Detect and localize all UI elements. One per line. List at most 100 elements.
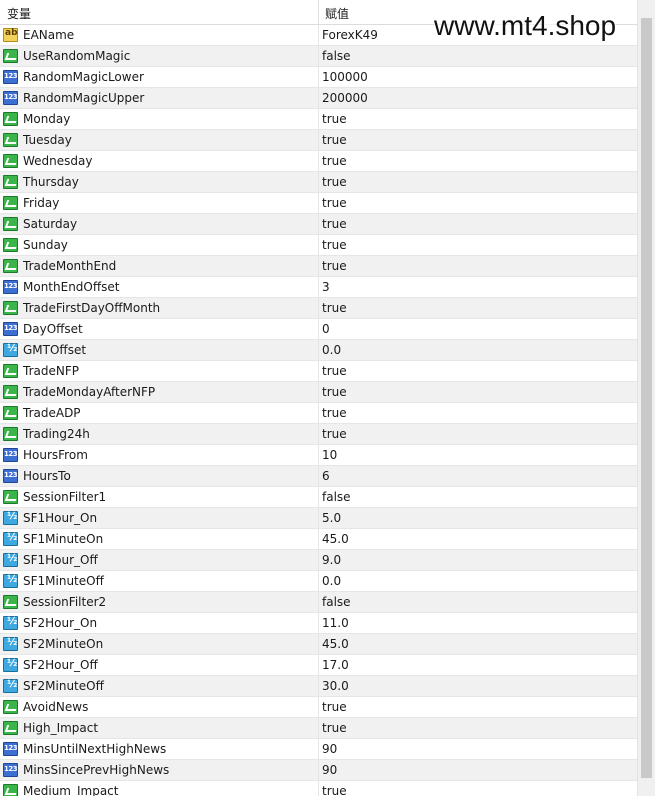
table-row[interactable]: RandomMagicUpper 200000: [0, 88, 637, 109]
table-row[interactable]: Medium_Impact true: [0, 781, 637, 796]
table-row[interactable]: SF2MinuteOff 30.0: [0, 676, 637, 697]
table-row[interactable]: SessionFilter2 false: [0, 592, 637, 613]
table-row[interactable]: High_Impact true: [0, 718, 637, 739]
table-row[interactable]: TradeADP true: [0, 403, 637, 424]
value-cell[interactable]: true: [319, 298, 637, 318]
value-cell[interactable]: true: [319, 172, 637, 192]
table-row[interactable]: GMTOffset 0.0: [0, 340, 637, 361]
table-row[interactable]: TradeMonthEnd true: [0, 256, 637, 277]
value-cell[interactable]: true: [319, 403, 637, 423]
scrollbar-thumb[interactable]: [641, 18, 652, 778]
double-icon: [3, 511, 18, 525]
table-row[interactable]: HoursTo 6: [0, 466, 637, 487]
table-row[interactable]: MinsUntilNextHighNews 90: [0, 739, 637, 760]
table-row[interactable]: Monday true: [0, 109, 637, 130]
variable-cell: SessionFilter1: [0, 487, 319, 507]
table-row[interactable]: RandomMagicLower 100000: [0, 67, 637, 88]
value-cell[interactable]: true: [319, 193, 637, 213]
table-row[interactable]: SF1Hour_Off 9.0: [0, 550, 637, 571]
table-row[interactable]: UseRandomMagic false: [0, 46, 637, 67]
value-cell[interactable]: 11.0: [319, 613, 637, 633]
table-row[interactable]: AvoidNews true: [0, 697, 637, 718]
variable-value: 3: [322, 280, 330, 294]
variable-name: TradeMonthEnd: [23, 259, 117, 273]
value-cell[interactable]: false: [319, 592, 637, 612]
column-header-variable[interactable]: 变量: [0, 0, 319, 24]
value-cell[interactable]: true: [319, 151, 637, 171]
variable-cell: Trading24h: [0, 424, 319, 444]
variable-value: ForexK49: [322, 28, 378, 42]
bool-icon: [3, 721, 18, 735]
value-cell[interactable]: 0: [319, 319, 637, 339]
inputs-grid: 变量 赋值 EAName ForexK49 UseRandomMagic false R…: [0, 0, 637, 796]
value-cell[interactable]: true: [319, 361, 637, 381]
value-cell[interactable]: true: [319, 109, 637, 129]
table-row[interactable]: Saturday true: [0, 214, 637, 235]
table-row[interactable]: Sunday true: [0, 235, 637, 256]
variable-value: 0.0: [322, 343, 342, 357]
value-cell[interactable]: true: [319, 256, 637, 276]
value-cell[interactable]: true: [319, 424, 637, 444]
variable-cell: SF2MinuteOn: [0, 634, 319, 654]
table-row[interactable]: SF2Hour_Off 17.0: [0, 655, 637, 676]
int-icon: [3, 91, 18, 105]
variable-name: SessionFilter2: [23, 595, 107, 609]
value-cell[interactable]: 17.0: [319, 655, 637, 675]
table-row[interactable]: Thursday true: [0, 172, 637, 193]
table-row[interactable]: HoursFrom 10: [0, 445, 637, 466]
table-row[interactable]: MonthEndOffset 3: [0, 277, 637, 298]
int-icon: [3, 322, 18, 336]
table-row[interactable]: SF1MinuteOn 45.0: [0, 529, 637, 550]
variable-value: true: [322, 217, 347, 231]
table-row[interactable]: Tuesday true: [0, 130, 637, 151]
value-cell[interactable]: true: [319, 130, 637, 150]
table-row[interactable]: DayOffset 0: [0, 319, 637, 340]
value-cell[interactable]: 6: [319, 466, 637, 486]
variable-name: Saturday: [23, 217, 78, 231]
value-cell[interactable]: 200000: [319, 88, 637, 108]
value-cell[interactable]: 0.0: [319, 340, 637, 360]
value-cell[interactable]: 10: [319, 445, 637, 465]
variable-cell: TradeMondayAfterNFP: [0, 382, 319, 402]
value-cell[interactable]: true: [319, 781, 637, 796]
table-row[interactable]: Friday true: [0, 193, 637, 214]
variable-cell: RandomMagicUpper: [0, 88, 319, 108]
value-cell[interactable]: true: [319, 214, 637, 234]
table-row[interactable]: TradeNFP true: [0, 361, 637, 382]
value-cell[interactable]: true: [319, 382, 637, 402]
variable-value: 90: [322, 763, 338, 777]
variable-cell: TradeMonthEnd: [0, 256, 319, 276]
variable-value: false: [322, 490, 351, 504]
value-cell[interactable]: 100000: [319, 67, 637, 87]
value-cell[interactable]: 30.0: [319, 676, 637, 696]
table-row[interactable]: Wednesday true: [0, 151, 637, 172]
variable-name: TradeNFP: [23, 364, 79, 378]
value-cell[interactable]: false: [319, 46, 637, 66]
value-cell[interactable]: true: [319, 697, 637, 717]
value-cell[interactable]: 0.0: [319, 571, 637, 591]
table-row[interactable]: Trading24h true: [0, 424, 637, 445]
int-icon: [3, 763, 18, 777]
value-cell[interactable]: true: [319, 235, 637, 255]
value-cell[interactable]: 5.0: [319, 508, 637, 528]
string-icon: [3, 28, 18, 42]
value-cell[interactable]: 9.0: [319, 550, 637, 570]
table-row[interactable]: SF1MinuteOff 0.0: [0, 571, 637, 592]
table-row[interactable]: SF2Hour_On 11.0: [0, 613, 637, 634]
table-row[interactable]: TradeMondayAfterNFP true: [0, 382, 637, 403]
table-row[interactable]: SessionFilter1 false: [0, 487, 637, 508]
table-row[interactable]: SF1Hour_On 5.0: [0, 508, 637, 529]
value-cell[interactable]: 45.0: [319, 634, 637, 654]
value-cell[interactable]: false: [319, 487, 637, 507]
value-cell[interactable]: 90: [319, 760, 637, 780]
table-row[interactable]: SF2MinuteOn 45.0: [0, 634, 637, 655]
value-cell[interactable]: 90: [319, 739, 637, 759]
bool-icon: [3, 49, 18, 63]
table-row[interactable]: TradeFirstDayOffMonth true: [0, 298, 637, 319]
vertical-scrollbar[interactable]: [637, 0, 655, 796]
value-cell[interactable]: 3: [319, 277, 637, 297]
variable-value: false: [322, 49, 351, 63]
value-cell[interactable]: true: [319, 718, 637, 738]
table-row[interactable]: MinsSincePrevHighNews 90: [0, 760, 637, 781]
value-cell[interactable]: 45.0: [319, 529, 637, 549]
